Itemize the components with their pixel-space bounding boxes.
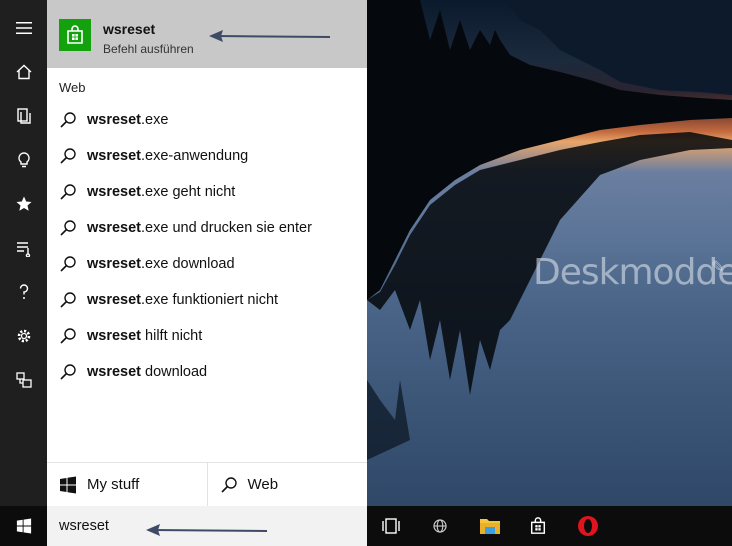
search-icon xyxy=(60,148,76,164)
file-explorer-icon xyxy=(480,519,500,534)
hamburger-menu-button[interactable] xyxy=(0,8,47,48)
tab-my-stuff[interactable]: My stuff xyxy=(47,463,207,506)
task-view-icon xyxy=(382,518,400,534)
notebook-button[interactable] xyxy=(0,96,47,136)
search-icon xyxy=(60,364,76,380)
task-view-button[interactable] xyxy=(367,506,415,546)
settings-button[interactable] xyxy=(0,316,47,356)
lightbulb-icon xyxy=(17,152,30,168)
notebook-icon xyxy=(16,108,31,124)
suggestion-bold: wsreset xyxy=(87,364,142,380)
taskbar xyxy=(0,506,732,546)
web-suggestion[interactable]: wsreset.exe-anwendung xyxy=(47,139,367,173)
suggestion-bold: wsreset xyxy=(87,112,142,128)
star-icon xyxy=(16,196,31,211)
suggestion-rest: .exe-anwendung xyxy=(141,148,249,164)
tab-web-label: Web xyxy=(247,476,279,493)
suggestion-bold: wsreset xyxy=(87,292,142,308)
search-icon xyxy=(60,292,76,308)
suggestion-rest: .exe download xyxy=(141,256,235,272)
web-section-header: Web xyxy=(59,80,86,95)
music-button[interactable] xyxy=(0,228,47,268)
pencil-icon: ✎ xyxy=(711,259,725,276)
suggestion-rest: .exe xyxy=(141,112,169,128)
suggestion-bold: wsreset xyxy=(87,220,142,236)
windows-logo-icon xyxy=(16,518,31,534)
search-icon xyxy=(60,184,76,200)
feedback-icon xyxy=(15,372,32,388)
favorites-button[interactable] xyxy=(0,184,47,224)
help-button[interactable] xyxy=(0,272,47,312)
home-button[interactable] xyxy=(0,52,47,92)
search-results-panel: wsreset Befehl ausführen Web wsreset.exe… xyxy=(47,0,367,506)
windows-logo-icon xyxy=(60,476,76,493)
gear-icon xyxy=(17,329,30,343)
store-app-tile xyxy=(59,19,91,51)
opera-button[interactable] xyxy=(564,506,612,546)
feedback-button[interactable] xyxy=(0,360,47,400)
start-rail xyxy=(0,0,47,506)
globe-icon xyxy=(433,519,447,533)
help-icon xyxy=(19,284,28,299)
web-suggestion[interactable]: wsreset.exe geht nicht xyxy=(47,175,367,209)
watermark-text: Deskmodder.de xyxy=(533,252,732,293)
search-icon xyxy=(60,220,76,236)
suggestion-bold: wsreset xyxy=(87,184,142,200)
annotation-arrow-bottom xyxy=(146,524,268,536)
search-icon xyxy=(60,328,76,344)
web-suggestion[interactable]: wsreset.exe funktioniert nicht xyxy=(47,283,367,317)
start-button[interactable] xyxy=(0,506,47,546)
best-match-subtitle: Befehl ausführen xyxy=(103,42,194,56)
suggestion-rest: download xyxy=(141,364,208,380)
opera-icon xyxy=(578,516,598,536)
web-suggestion[interactable]: wsreset download xyxy=(47,355,367,389)
file-explorer-button[interactable] xyxy=(466,506,514,546)
web-suggestion[interactable]: wsreset.exe xyxy=(47,103,367,137)
suggestion-rest: hilft nicht xyxy=(141,328,203,344)
search-icon xyxy=(60,256,76,272)
best-match-title: wsreset xyxy=(103,21,156,37)
suggestion-rest: .exe funktioniert nicht xyxy=(141,292,279,308)
tab-web[interactable]: Web xyxy=(206,463,368,506)
store-bag-icon xyxy=(67,25,83,44)
tab-my-stuff-label: My stuff xyxy=(87,476,140,493)
web-suggestion[interactable]: wsreset.exe und drucken sie enter xyxy=(47,211,367,245)
hamburger-icon xyxy=(15,22,32,34)
store-taskbar-button[interactable] xyxy=(514,506,562,546)
search-icon xyxy=(60,112,76,128)
suggestion-rest: .exe und drucken sie enter xyxy=(141,220,312,236)
search-scope-tabs: My stuff Web xyxy=(47,462,367,506)
web-suggestion[interactable]: wsreset hilft nicht xyxy=(47,319,367,353)
web-suggestion[interactable]: wsreset.exe download xyxy=(47,247,367,281)
reminders-button[interactable] xyxy=(0,140,47,180)
suggestion-bold: wsreset xyxy=(87,256,142,272)
browser-button[interactable] xyxy=(416,506,464,546)
suggestion-bold: wsreset xyxy=(87,328,142,344)
suggestion-rest: .exe geht nicht xyxy=(141,184,236,200)
music-list-icon xyxy=(16,242,30,257)
store-icon xyxy=(530,517,546,534)
annotation-arrow-top xyxy=(209,30,331,42)
search-icon xyxy=(220,476,237,493)
home-icon xyxy=(16,64,31,80)
suggestion-bold: wsreset xyxy=(87,148,142,164)
